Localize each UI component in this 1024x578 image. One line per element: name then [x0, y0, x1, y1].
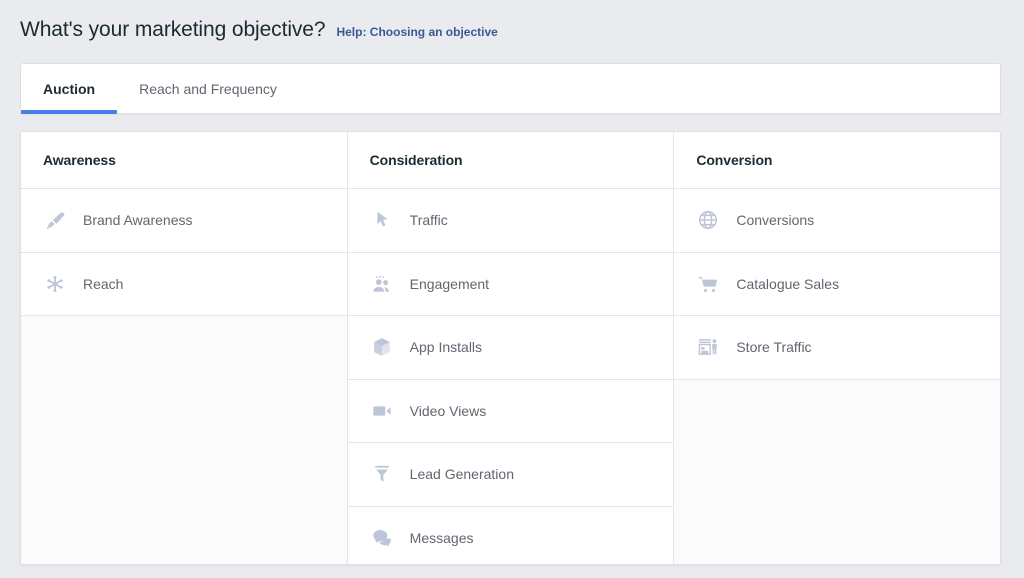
objectives-grid: Awareness Brand Awareness Reach Consider… — [20, 131, 1001, 565]
people-icon — [370, 272, 394, 296]
column-conversion: Conversion Conversions Catalogue Sales S… — [674, 132, 1000, 564]
objective-reach-label: Reach — [83, 275, 124, 292]
objective-app-installs-label: App Installs — [409, 339, 483, 356]
objective-store-traffic[interactable]: Store Traffic — [674, 316, 1000, 380]
column-awareness-filler — [21, 316, 347, 564]
objective-video-views-label: Video Views — [409, 402, 487, 419]
column-header-awareness: Awareness — [21, 132, 347, 189]
objective-messages[interactable]: Messages — [347, 506, 674, 564]
objective-traffic[interactable]: Traffic — [347, 189, 674, 253]
shopping-cart-icon — [696, 272, 720, 296]
objective-brand-awareness-label: Brand Awareness — [83, 212, 193, 229]
objective-app-installs[interactable]: App Installs — [347, 316, 674, 380]
column-header-conversion: Conversion — [674, 132, 1000, 189]
objective-brand-awareness[interactable]: Brand Awareness — [21, 189, 347, 253]
column-header-consideration: Consideration — [347, 132, 674, 189]
funnel-icon — [370, 462, 394, 486]
speech-bubbles-icon — [370, 526, 394, 550]
cube-box-icon — [370, 335, 394, 359]
column-body-conversion: Conversions Catalogue Sales Store Traffi… — [674, 189, 1000, 564]
objective-engagement-label: Engagement — [409, 275, 490, 292]
objective-store-traffic-label: Store Traffic — [736, 339, 812, 356]
objective-engagement[interactable]: Engagement — [347, 252, 674, 316]
buying-type-tabs: Auction Reach and Frequency — [20, 63, 1001, 114]
objective-video-views[interactable]: Video Views — [347, 379, 674, 443]
objective-lead-generation-label: Lead Generation — [409, 466, 514, 483]
objective-catalogue-sales-label: Catalogue Sales — [736, 275, 840, 292]
help-choosing-an-objective-link[interactable]: Help: Choosing an objective — [336, 25, 497, 39]
objective-reach[interactable]: Reach — [21, 252, 347, 316]
column-awareness: Awareness Brand Awareness Reach — [21, 132, 348, 564]
tab-auction-label: Auction — [43, 80, 96, 97]
page-title: What's your marketing objective? — [20, 18, 326, 41]
objective-conversions[interactable]: Conversions — [674, 189, 1000, 253]
column-body-awareness: Brand Awareness Reach — [21, 189, 347, 564]
column-conversion-filler — [674, 379, 1000, 564]
objective-messages-label: Messages — [409, 529, 474, 546]
storefront-icon — [696, 335, 720, 359]
column-body-consideration: Traffic Engagement App Installs Video Vi… — [347, 189, 674, 564]
objective-traffic-label: Traffic — [409, 212, 448, 229]
objective-lead-generation[interactable]: Lead Generation — [347, 443, 674, 507]
globe-icon — [696, 208, 720, 232]
cursor-arrow-icon — [370, 208, 394, 232]
column-header-consideration-label: Consideration — [369, 152, 463, 168]
marketing-objective-page: What's your marketing objective? Help: C… — [0, 0, 1024, 578]
column-consideration: Consideration Traffic Engagement App Ins… — [347, 132, 675, 564]
tab-reach-and-frequency-label: Reach and Frequency — [139, 80, 277, 97]
megaphone-icon — [43, 208, 67, 232]
page-header: What's your marketing objective? Help: C… — [20, 18, 498, 42]
video-camera-icon — [370, 399, 394, 423]
tab-auction[interactable]: Auction — [21, 64, 118, 114]
column-header-awareness-label: Awareness — [43, 152, 116, 168]
objective-catalogue-sales[interactable]: Catalogue Sales — [674, 252, 1000, 316]
objective-conversions-label: Conversions — [736, 212, 815, 229]
tab-reach-and-frequency[interactable]: Reach and Frequency — [117, 64, 299, 113]
column-header-conversion-label: Conversion — [696, 152, 773, 168]
starburst-icon — [43, 272, 67, 296]
